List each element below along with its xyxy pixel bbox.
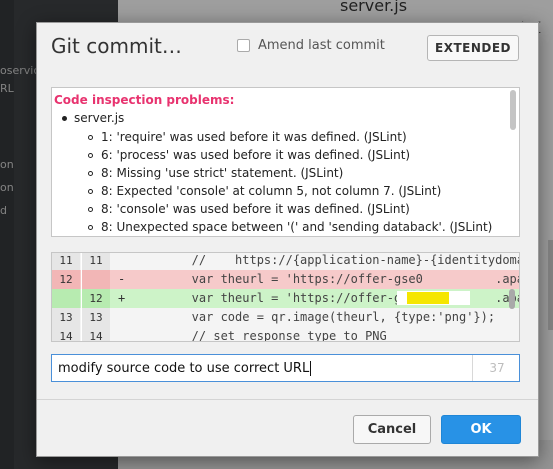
circle-bullet-icon <box>88 171 93 176</box>
text-caret <box>310 361 312 376</box>
problem-item: 8: Unexpected space between '(' and 'sen… <box>88 220 492 234</box>
problem-text: 8: Missing 'use strict' statement. (JSLi… <box>101 166 344 180</box>
dialog-title: Git commit… <box>51 34 182 58</box>
amend-last-commit-checkbox[interactable]: Amend last commit <box>237 38 385 53</box>
redaction-box <box>397 291 470 305</box>
bullet-icon <box>62 116 67 121</box>
circle-bullet-icon <box>88 135 93 140</box>
footer-divider <box>37 399 538 400</box>
char-count-area: 37 <box>472 355 521 381</box>
new-line-number: 13 <box>82 308 110 327</box>
cancel-button[interactable]: Cancel <box>353 415 431 444</box>
old-line-number: 14 <box>52 327 80 341</box>
git-commit-dialog: Git commit… Amend last commit EXTENDED C… <box>36 22 539 457</box>
circle-bullet-icon <box>88 207 93 212</box>
problem-item: 8: Missing 'use strict' statement. (JSLi… <box>88 166 343 180</box>
redaction-highlight <box>407 292 449 304</box>
problem-text: 1: 'require' was used before it was defi… <box>101 130 407 144</box>
diff-marker: + <box>118 291 126 305</box>
problem-text: 6: 'process' was used before it was defi… <box>101 148 411 162</box>
ok-button[interactable]: OK <box>441 415 521 444</box>
code-inspection-panel[interactable]: Code inspection problems: server.js 1: '… <box>51 87 520 237</box>
circle-bullet-icon <box>88 225 93 230</box>
diff-code: // set response type to PNG <box>170 329 387 342</box>
new-line-number: 12 <box>82 289 110 308</box>
extended-button[interactable]: EXTENDED <box>427 35 519 61</box>
diff-line: 13 13 var code = qr.image(theurl, {type:… <box>52 308 519 327</box>
diff-line: 11 11 // https://{application-name}-{ide… <box>52 253 520 270</box>
problem-item: 1: 'require' was used before it was defi… <box>88 130 407 144</box>
diff-code: // https://{application-name}-{identityd… <box>170 253 520 267</box>
old-line-number: 13 <box>52 308 80 327</box>
commit-message-field[interactable]: modify source code to use correct URL 37 <box>51 354 520 382</box>
diff-line-deleted: 12 - var theurl = 'https://offer-gse0 .a… <box>52 270 519 289</box>
diff-line: 14 14 // set response type to PNG <box>52 327 519 342</box>
diff-scrollbar[interactable] <box>509 289 515 309</box>
diff-code: var code = qr.image(theurl, {type:'png'}… <box>170 310 496 324</box>
problem-text: 8: Expected 'console' at column 5, not c… <box>101 184 442 198</box>
dialog-header: Git commit… Amend last commit EXTENDED <box>37 23 538 73</box>
diff-code: var theurl = 'https://offer-gse0 .apaas.… <box>191 272 519 286</box>
inspection-file-item: server.js <box>62 111 124 125</box>
inspection-file-name: server.js <box>74 111 125 125</box>
char-count: 37 <box>489 361 505 375</box>
checkbox-box[interactable] <box>237 39 250 52</box>
old-line-number: 12 <box>52 270 80 289</box>
circle-bullet-icon <box>88 189 93 194</box>
new-line-number <box>82 270 110 289</box>
circle-bullet-icon <box>88 153 93 158</box>
commit-message-text: modify source code to use correct URL <box>58 361 310 376</box>
commit-message-input[interactable]: modify source code to use correct URL <box>58 361 312 376</box>
inspection-heading: Code inspection problems: <box>54 93 235 107</box>
problem-text: 8: 'console' was used before it was defi… <box>101 202 410 216</box>
diff-viewer[interactable]: 11 11 // https://{application-name}-{ide… <box>51 252 520 342</box>
problem-text: 8: Unexpected space between '(' and 'sen… <box>101 220 493 234</box>
problem-item: 8: Expected 'console' at column 5, not c… <box>88 184 441 198</box>
old-line-number <box>52 289 80 308</box>
amend-label: Amend last commit <box>258 38 385 53</box>
inspection-scrollbar[interactable] <box>510 90 516 130</box>
old-line-number: 11 <box>52 253 80 270</box>
problem-item: 8: 'console' was used before it was defi… <box>88 202 410 216</box>
diff-line-added: 12 + var theurl = 'https://offer-gse0 .a… <box>52 289 519 308</box>
diff-marker: - <box>118 272 126 286</box>
problem-item: 6: 'process' was used before it was defi… <box>88 148 410 162</box>
new-line-number: 14 <box>82 327 110 341</box>
new-line-number: 11 <box>82 253 110 270</box>
